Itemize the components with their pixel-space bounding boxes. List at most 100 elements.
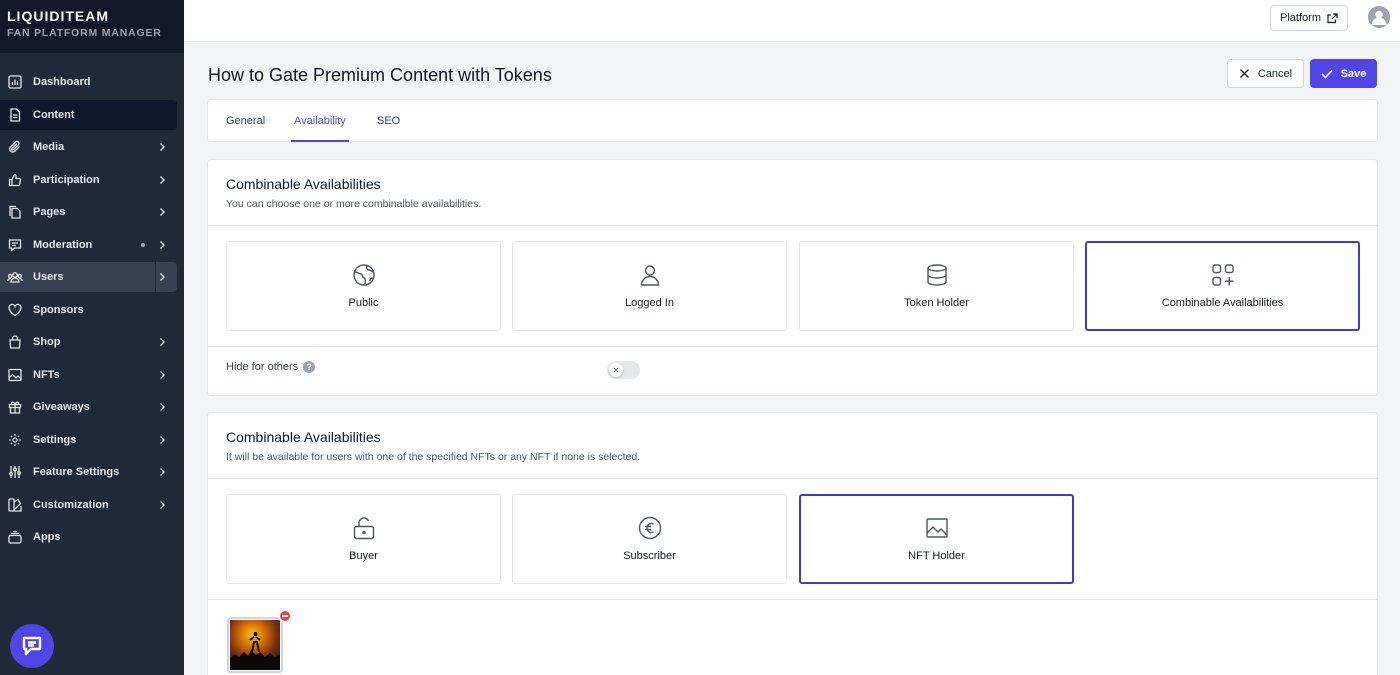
check-icon [1321,69,1333,79]
chevron-right-icon [160,273,165,281]
x-icon [613,367,619,373]
option-label: Token Holder [904,297,969,309]
close-icon [1239,69,1249,78]
hide-for-others-label: Hide for others ? [226,361,316,373]
sidebar-item-label: Content [33,108,75,121]
gift-icon [7,399,23,415]
sliders-icon [7,464,23,480]
sidebar-item-content[interactable]: Content [0,99,177,130]
brand-subtitle: FAN PLATFORM MANAGER [7,27,162,39]
globe-icon [351,262,377,288]
topbar: Platform [184,0,1400,42]
support-chat-button[interactable] [10,624,54,668]
option-label: Public [348,297,379,309]
sidebar-nav: Dashboard Content Media Participation Pa… [0,53,184,552]
chat-icon [7,237,23,253]
tab-seo[interactable]: SEO [377,100,400,142]
chevron-right-icon [160,370,165,379]
sidebar-item-label: Media [33,141,65,153]
notification-dot [141,242,145,247]
chevron-right-icon [160,403,165,411]
user-avatar-icon [1371,10,1387,25]
tab-availability[interactable]: Availability [291,100,349,142]
divider [208,346,1377,347]
sidebar-item-media[interactable]: Media [0,132,177,162]
section-header: Combinable Availabilities It will be ava… [208,413,1377,479]
option-combinable-availabilities[interactable]: Combinable Availabilities [1085,241,1360,331]
sidebar-item-label: Pages [33,206,66,218]
sidebar-item-dashboard[interactable]: Dashboard [0,67,177,97]
sidebar-item-label: Settings [33,433,77,446]
grid-plus-icon [1210,262,1236,288]
brand[interactable]: LIQUIDITEAM FAN PLATFORM MANAGER [0,0,184,53]
option-nft-holder[interactable]: NFT Holder [799,494,1074,584]
unlock-icon [351,515,377,541]
option-label: Combinable Availabilities [1161,297,1284,309]
section-description: You can choose one or more combinalble a… [226,198,482,210]
sidebar-item-nfts[interactable]: NFTs [0,360,177,390]
platform-button[interactable]: Platform [1270,5,1348,31]
remove-nft-button[interactable] [278,609,292,623]
sidebar-item-label: NFTs [33,368,60,381]
cancel-label: Cancel [1257,67,1293,80]
sidebar-item-label: Giveaways [33,401,90,413]
option-public[interactable]: Public [226,241,501,331]
chart-icon [7,74,23,90]
sidebar-item-label: Sponsors [33,303,84,316]
sidebar-item-label: Apps [33,531,61,543]
hide-label-text: Hide for others [226,361,299,373]
sidebar-item-users[interactable]: Users [0,262,177,292]
sidebar-item-sponsors[interactable]: Sponsors [0,295,177,325]
selected-nft-thumbnail[interactable] [227,617,283,673]
option-label: Logged In [625,297,674,309]
document-icon [7,107,23,123]
chevron-right-icon [160,175,165,184]
chevron-right-icon [160,143,165,151]
option-subscriber[interactable]: Subscriber [512,494,787,584]
user-icon [637,262,663,288]
hide-for-others-toggle[interactable] [607,361,640,379]
page-title: How to Gate Premium Content with Tokens [208,65,552,85]
paperclip-icon [7,139,23,155]
chevron-right-icon [160,240,165,249]
cancel-button[interactable]: Cancel [1227,59,1304,88]
section-header: Combinable Availabilities You can choose… [208,160,1377,226]
option-buyer[interactable]: Buyer [226,494,501,584]
sidebar-item-label: Feature Settings [33,466,120,478]
save-button[interactable]: Save [1310,59,1377,88]
chevron-right-icon [160,208,165,216]
chevron-right-icon [160,435,165,444]
sidebar-item-giveaways[interactable]: Giveaways [0,392,177,422]
section-title: Combinable Availabilities [226,176,381,192]
chevron-right-icon [160,468,165,476]
divider [208,599,1377,600]
thumbs-up-icon [7,172,23,188]
sidebar-item-moderation[interactable]: Moderation [0,230,177,260]
image-icon [7,367,23,383]
database-icon [924,262,950,288]
tab-general[interactable]: General [226,100,265,142]
chevron-right-icon [160,338,165,346]
avatar[interactable] [1368,6,1390,28]
option-logged-in[interactable]: Logged In [512,241,787,331]
sidebar-item-settings[interactable]: Settings [0,425,177,455]
chat-bubble-icon [22,636,42,656]
option-label: NFT Holder [908,550,965,562]
palette-icon [7,497,23,513]
app-stack-icon [7,529,23,545]
sidebar-item-customization[interactable]: Customization [0,490,177,520]
sidebar-item-participation[interactable]: Participation [0,165,177,195]
section-title: Combinable Availabilities [226,429,381,445]
nft-availability-section: Combinable Availabilities It will be ava… [207,412,1378,675]
brand-name: LIQUIDITEAM [7,8,109,24]
sidebar: LIQUIDITEAM FAN PLATFORM MANAGER Dashboa… [0,0,184,675]
help-icon[interactable]: ? [303,361,316,373]
sidebar-item-apps[interactable]: Apps [0,522,177,552]
sidebar-item-pages[interactable]: Pages [0,197,177,227]
external-link-icon [1327,12,1338,23]
sidebar-item-feature-settings[interactable]: Feature Settings [0,457,177,487]
option-token-holder[interactable]: Token Holder [799,241,1074,331]
sidebar-item-shop[interactable]: Shop [0,327,177,357]
shopping-bag-icon [7,334,23,350]
sidebar-item-label: Shop [33,336,61,348]
